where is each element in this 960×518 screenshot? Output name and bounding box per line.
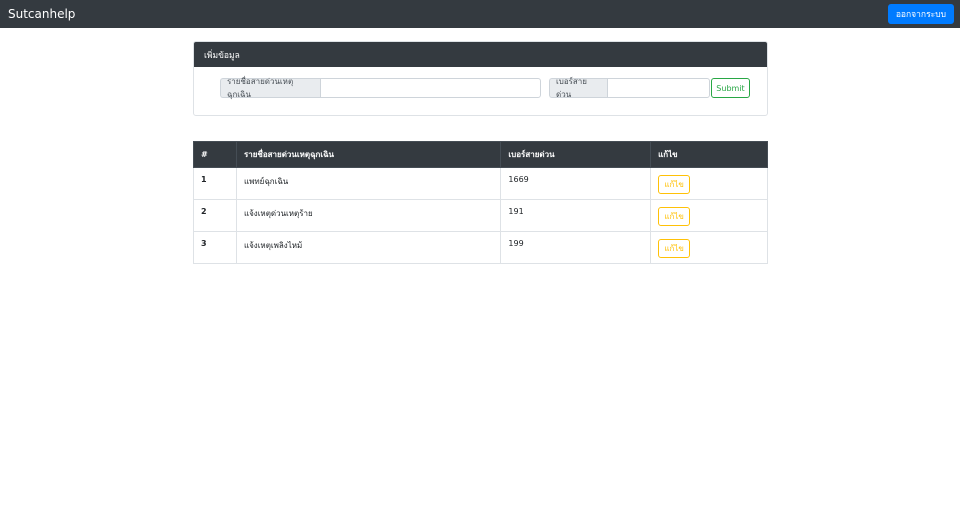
table-row: 3 แจ้งเหตุเพลิงไหม้ 199 แก้ไข (193, 231, 768, 264)
name-label: รายชื่อสายด่วนเหตุฉุกเฉิน (220, 77, 320, 99)
column-header-index: # (193, 141, 237, 168)
hotline-table: # รายชื่อสายด่วนเหตุฉุกเฉิน เบอร์สายด่วน… (193, 141, 768, 264)
row-edit-cell: แก้ไข (650, 231, 768, 264)
submit-button[interactable]: Submit (711, 78, 750, 98)
row-number: 199 (500, 231, 652, 264)
name-input[interactable] (320, 78, 541, 98)
number-input[interactable] (607, 78, 710, 98)
top-navbar: Sutcanhelp ออกจากระบบ (0, 0, 960, 28)
row-edit-cell: แก้ไข (650, 167, 768, 200)
brand-title[interactable]: Sutcanhelp (8, 7, 75, 21)
logout-button[interactable]: ออกจากระบบ (887, 4, 954, 24)
edit-button[interactable]: แก้ไข (658, 239, 691, 258)
row-name: แจ้งเหตุเพลิงไหม้ (235, 231, 502, 264)
add-data-card: เพิ่มข้อมูล รายชื่อสายด่วนเหตุฉุกเฉิน เบ… (193, 41, 768, 116)
row-name: แพทย์ฉุกเฉิน (235, 167, 502, 200)
number-input-group: เบอร์สายด่วน (549, 77, 710, 99)
table-header-row: # รายชื่อสายด่วนเหตุฉุกเฉิน เบอร์สายด่วน… (193, 141, 768, 168)
name-input-group: รายชื่อสายด่วนเหตุฉุกเฉิน (220, 77, 541, 99)
row-number: 191 (500, 199, 652, 232)
add-data-form: รายชื่อสายด่วนเหตุฉุกเฉิน เบอร์สายด่วน S… (194, 77, 767, 99)
edit-button[interactable]: แก้ไข (658, 175, 691, 194)
column-header-edit: แก้ไข (650, 141, 768, 168)
row-index: 3 (193, 231, 237, 264)
row-index: 2 (193, 199, 237, 232)
row-name: แจ้งเหตุด่วนเหตุร้าย (235, 199, 502, 232)
column-header-name: รายชื่อสายด่วนเหตุฉุกเฉิน (235, 141, 502, 168)
row-number: 1669 (500, 167, 652, 200)
edit-button[interactable]: แก้ไข (658, 207, 691, 226)
number-label: เบอร์สายด่วน (549, 77, 607, 99)
table-row: 1 แพทย์ฉุกเฉิน 1669 แก้ไข (193, 167, 768, 200)
column-header-number: เบอร์สายด่วน (500, 141, 652, 168)
row-edit-cell: แก้ไข (650, 199, 768, 232)
table-row: 2 แจ้งเหตุด่วนเหตุร้าย 191 แก้ไข (193, 199, 768, 232)
row-index: 1 (193, 167, 237, 200)
add-data-header: เพิ่มข้อมูล (194, 42, 767, 67)
